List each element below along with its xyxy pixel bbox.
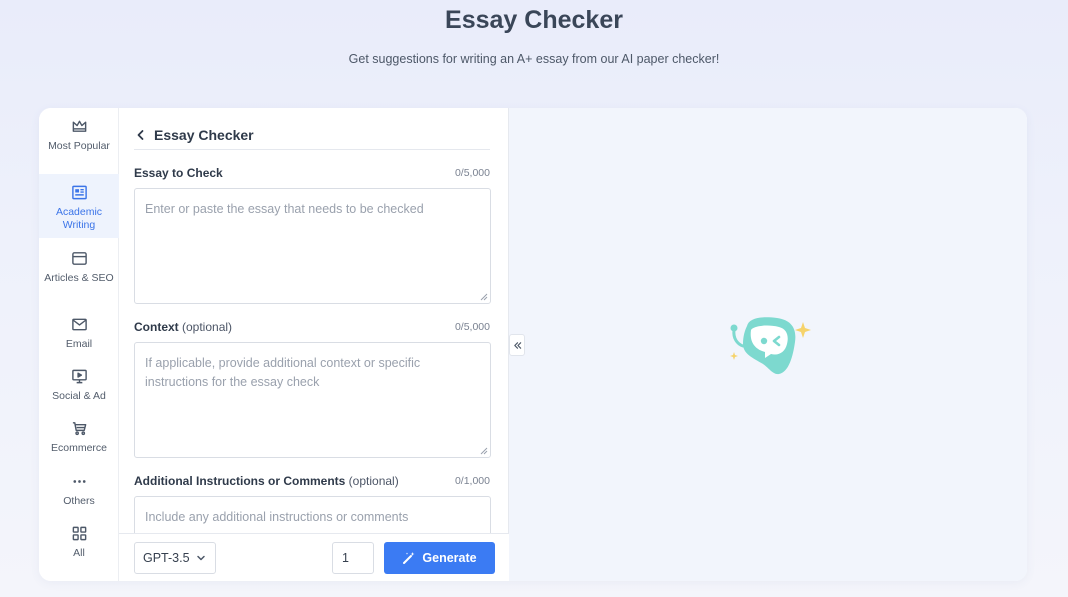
sidebar-item-most-popular[interactable]: Most Popular [39,108,119,172]
sidebar-item-label: Email [65,338,93,350]
sidebar-item-label: Articles & SEO [44,272,114,284]
back-button[interactable]: Essay Checker [134,120,491,150]
page-title: Essay Checker [445,6,623,34]
generate-toolbar: GPT-3.5 Generate [119,533,509,581]
sidebar-item-label: Ecommerce [50,442,107,454]
sidebar-item-label: Social & Ad [52,390,106,402]
cart-icon [70,419,88,437]
sidebar-item-academic-writing[interactable]: Academic Writing [39,174,119,238]
sidebar-item-label: Academic Writing [55,206,103,231]
sidebar-item-all[interactable]: All [39,515,119,579]
monitor-play-icon [70,367,88,385]
context-field-label: Context (optional) [134,320,233,334]
divider [134,149,490,150]
newspaper-icon [70,183,88,201]
form-panel: Essay Checker Essay to Check 0/5,000 Con… [119,108,588,581]
sidebar-item-articles-seo[interactable]: Articles & SEO [39,240,119,304]
model-select[interactable]: GPT-3.5 [134,542,216,574]
generate-button[interactable]: Generate [384,542,495,574]
more-dots-icon [70,472,88,490]
chevron-down-icon [197,555,205,561]
chevron-left-icon [134,128,148,142]
instructions-field-label: Additional Instructions or Comments (opt… [134,474,399,488]
context-input[interactable] [134,342,491,458]
sidebar-item-label: Most Popular [48,140,110,152]
essay-input[interactable] [134,188,491,304]
resize-grip-icon[interactable] [480,293,488,301]
crown-icon [70,117,88,135]
envelope-icon [70,315,88,333]
sidebar-item-label: Others [63,495,95,507]
tool-card: Most Popular Academic Writing Articles &… [39,108,1027,581]
context-char-count: 0/5,000 [454,321,490,333]
category-sidebar: Most Popular Academic Writing Articles &… [39,108,119,581]
page-subtitle: Get suggestions for writing an A+ essay … [348,52,720,66]
robot-mascot-icon [730,317,811,375]
grid-icon [70,524,88,542]
magic-wand-icon [403,552,415,564]
instructions-char-count: 0/1,000 [454,475,490,487]
collapse-panel-button[interactable] [509,334,525,356]
output-count-input[interactable] [332,542,374,574]
essay-field-label: Essay to Check [134,166,223,180]
generate-button-label: Generate [422,551,477,565]
essay-char-count: 0/5,000 [454,167,490,179]
sidebar-item-label: All [73,547,85,559]
browser-window-icon [70,249,88,267]
model-select-value: GPT-3.5 [143,551,190,565]
double-chevron-left-icon [513,341,521,349]
resize-grip-icon[interactable] [480,447,488,455]
tool-title: Essay Checker [154,127,254,143]
